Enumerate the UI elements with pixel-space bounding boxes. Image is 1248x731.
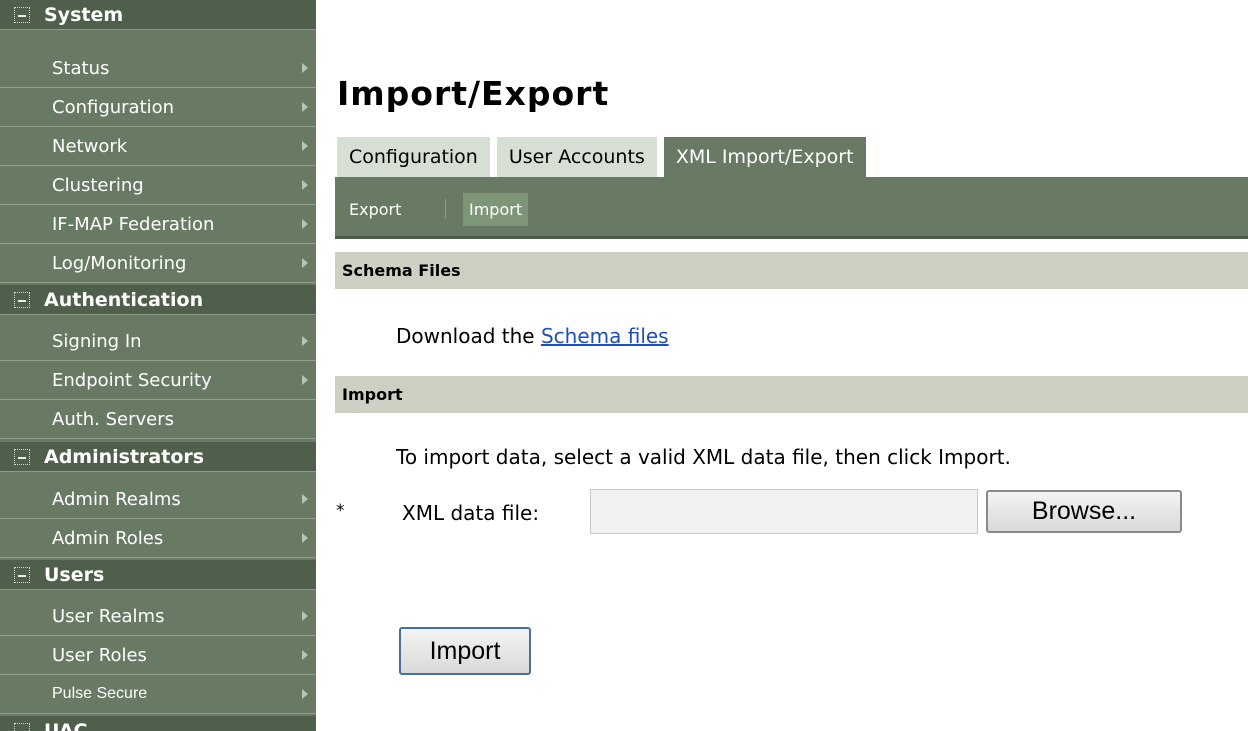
sidebar-item-label: User Realms xyxy=(52,605,165,627)
required-marker: * xyxy=(336,501,345,521)
sidebar-item-label: IF-MAP Federation xyxy=(52,213,215,235)
sidebar-item-status[interactable]: Status xyxy=(0,49,316,88)
sidebar-item-label: Network xyxy=(52,135,128,157)
section-users[interactable]: Users xyxy=(0,560,316,590)
collapse-icon[interactable] xyxy=(14,6,30,23)
sub-navigation: Export Import xyxy=(335,177,1248,239)
sidebar-item-ifmap-federation[interactable]: IF-MAP Federation xyxy=(0,205,316,244)
chevron-right-icon xyxy=(302,336,308,346)
chevron-right-icon xyxy=(302,141,308,151)
import-header: Import xyxy=(335,376,1248,413)
collapse-icon[interactable] xyxy=(14,722,30,731)
sidebar-item-admin-realms[interactable]: Admin Realms xyxy=(0,480,316,519)
sidebar-item-admin-roles[interactable]: Admin Roles xyxy=(0,519,316,558)
section-title: Administrators xyxy=(44,445,205,468)
collapse-icon[interactable] xyxy=(14,566,30,583)
sidebar-item-label: Admin Roles xyxy=(52,527,164,549)
download-label: Download the xyxy=(396,324,535,348)
tab-user-accounts[interactable]: User Accounts xyxy=(496,137,657,177)
section-title: Users xyxy=(44,563,105,586)
collapse-icon[interactable] xyxy=(14,291,30,308)
chevron-right-icon xyxy=(302,102,308,112)
sidebar-item-label: Auth. Servers xyxy=(52,408,175,430)
section-uac[interactable]: UAC xyxy=(0,716,316,731)
section-title: UAC xyxy=(44,719,88,731)
schema-files-header: Schema Files xyxy=(335,252,1248,289)
page-title: Import/Export xyxy=(337,74,610,113)
import-instructions: To import data, select a valid XML data … xyxy=(396,445,1011,469)
sidebar-item-label: Clustering xyxy=(52,174,144,196)
browse-button[interactable]: Browse... xyxy=(986,490,1182,533)
section-authentication[interactable]: Authentication xyxy=(0,285,316,315)
subnav-import-link[interactable]: Import xyxy=(463,193,529,226)
chevron-right-icon xyxy=(302,180,308,190)
collapse-icon[interactable] xyxy=(14,448,30,465)
section-title: System xyxy=(44,3,124,26)
chevron-right-icon xyxy=(302,258,308,268)
subnav-export-link[interactable]: Export xyxy=(349,193,401,226)
main-content: Import/Export Configuration User Account… xyxy=(316,0,1248,731)
sidebar-item-clustering[interactable]: Clustering xyxy=(0,166,316,205)
section-title: Authentication xyxy=(44,288,204,311)
chevron-right-icon xyxy=(302,494,308,504)
chevron-right-icon xyxy=(302,375,308,385)
sidebar-item-endpoint-security[interactable]: Endpoint Security xyxy=(0,361,316,400)
tab-xml-import-export[interactable]: XML Import/Export xyxy=(663,137,866,177)
tab-bar: Configuration User Accounts XML Import/E… xyxy=(337,137,866,177)
sidebar-item-configuration[interactable]: Configuration xyxy=(0,88,316,127)
sidebar-nav: System Status Configuration Network Clus… xyxy=(0,0,316,731)
sidebar-item-label: Log/Monitoring xyxy=(52,252,187,274)
sidebar-item-pulse-secure[interactable]: Pulse Secure xyxy=(0,675,316,714)
chevron-right-icon xyxy=(302,63,308,73)
schema-files-link[interactable]: Schema files xyxy=(541,324,669,348)
import-button[interactable]: Import xyxy=(399,627,531,675)
chevron-right-icon xyxy=(302,689,308,699)
chevron-right-icon xyxy=(302,650,308,660)
sidebar-item-label: Pulse Secure xyxy=(52,685,148,702)
sidebar-item-label: User Roles xyxy=(52,644,147,666)
section-administrators[interactable]: Administrators xyxy=(0,442,316,472)
sidebar-item-auth-servers[interactable]: Auth. Servers xyxy=(0,400,316,439)
xml-data-file-label: XML data file: xyxy=(402,501,540,525)
sidebar-item-user-roles[interactable]: User Roles xyxy=(0,636,316,675)
chevron-right-icon xyxy=(302,611,308,621)
sidebar-item-signing-in[interactable]: Signing In xyxy=(0,322,316,361)
sidebar-item-label: Signing In xyxy=(52,330,142,352)
subnav-separator xyxy=(445,199,446,219)
sidebar-item-label: Admin Realms xyxy=(52,488,181,510)
tab-configuration[interactable]: Configuration xyxy=(337,137,490,177)
chevron-right-icon xyxy=(302,533,308,543)
sidebar-item-network[interactable]: Network xyxy=(0,127,316,166)
section-system[interactable]: System xyxy=(0,0,316,30)
sidebar-item-label: Endpoint Security xyxy=(52,369,212,391)
sidebar-item-label: Status xyxy=(52,57,110,79)
sidebar-item-label: Configuration xyxy=(52,96,175,118)
chevron-right-icon xyxy=(302,219,308,229)
schema-download-text: Download the Schema files xyxy=(396,324,669,348)
sidebar-item-user-realms[interactable]: User Realms xyxy=(0,597,316,636)
xml-file-input[interactable] xyxy=(590,489,978,534)
sidebar-item-log-monitoring[interactable]: Log/Monitoring xyxy=(0,244,316,283)
